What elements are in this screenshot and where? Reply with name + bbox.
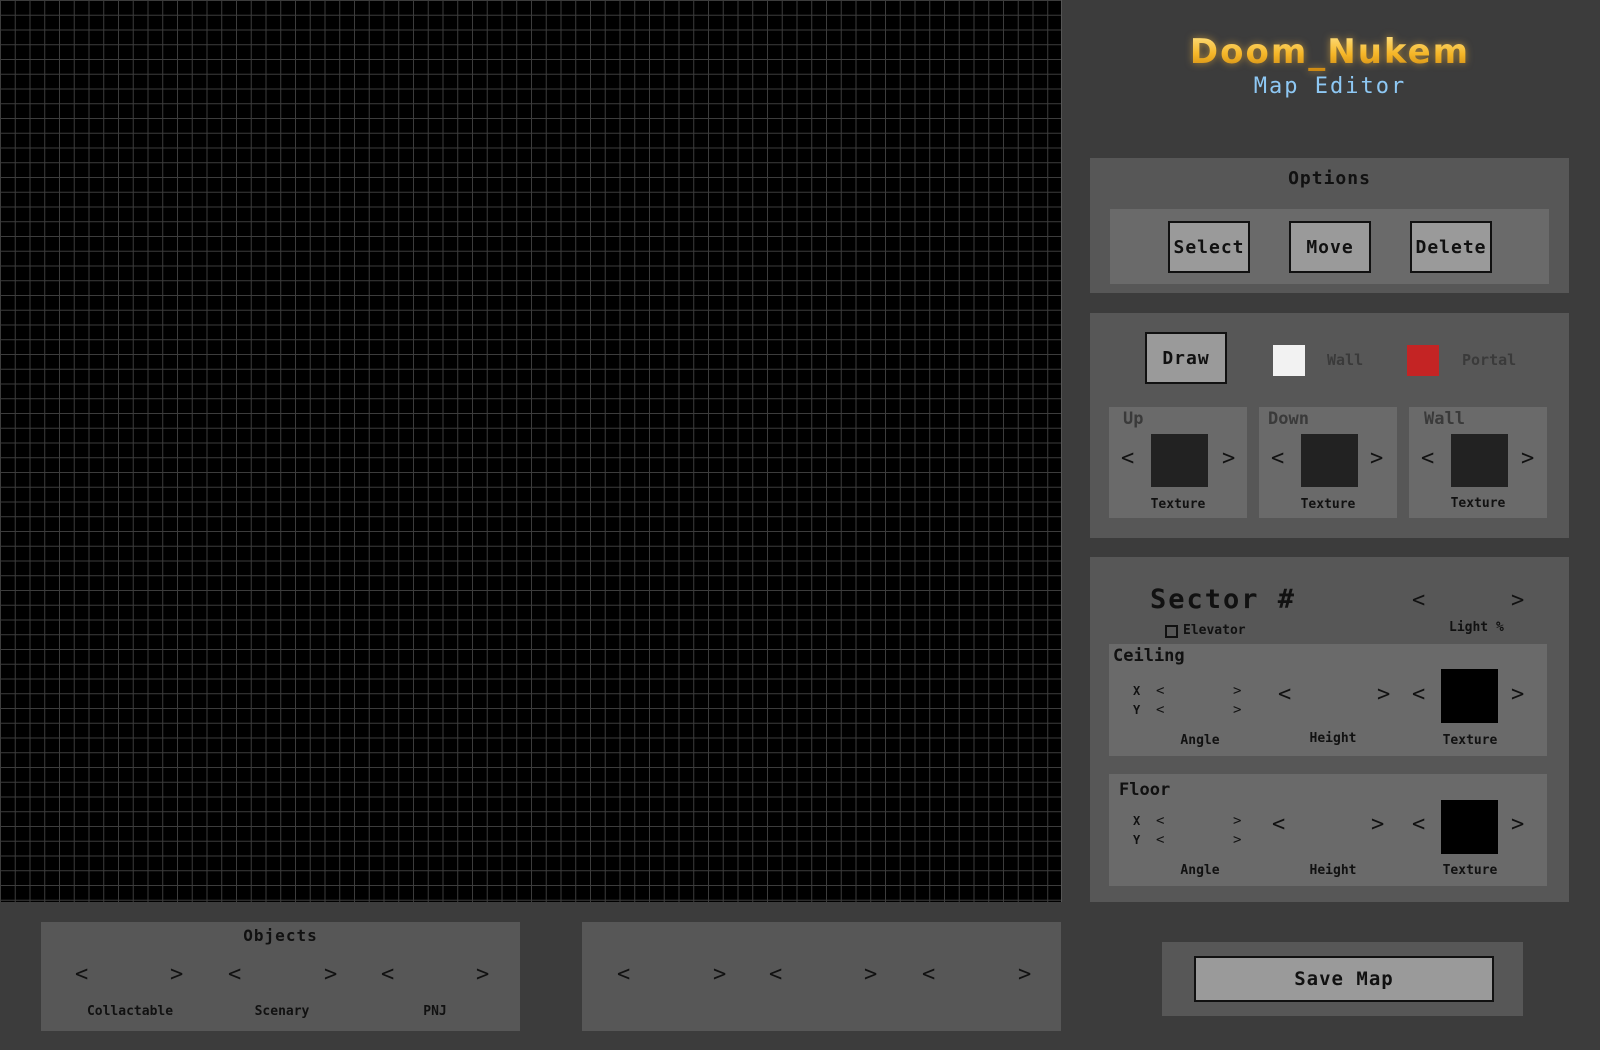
up-texture-preview xyxy=(1151,434,1208,487)
ceiling-texture-prev-button[interactable]: < xyxy=(1412,684,1425,706)
property-1-prev-button[interactable]: < xyxy=(617,964,630,986)
portal-color-swatch[interactable] xyxy=(1407,345,1439,376)
property-2-prev-button[interactable]: < xyxy=(769,964,782,986)
floor-height-prev-button[interactable]: < xyxy=(1272,814,1285,836)
light-label: Light xyxy=(1449,620,1489,635)
light-prev-button[interactable]: < xyxy=(1412,590,1425,612)
select-button[interactable]: Select xyxy=(1168,221,1250,273)
down-texture-label: Texture xyxy=(1300,497,1356,512)
ceiling-x-next-button[interactable]: > xyxy=(1233,684,1241,698)
floor-x-label: X xyxy=(1133,814,1141,828)
draw-button[interactable]: Draw xyxy=(1145,332,1227,384)
property-3-prev-button[interactable]: < xyxy=(922,964,935,986)
floor-texture-prev-button[interactable]: < xyxy=(1412,814,1425,836)
scenary-prev-button[interactable]: < xyxy=(228,964,241,986)
ceiling-title: Ceiling xyxy=(1113,646,1185,666)
elevator-checkbox[interactable] xyxy=(1165,625,1178,638)
elevator-label: Elevator xyxy=(1183,623,1246,638)
wall-texture-prev-button[interactable]: < xyxy=(1421,448,1434,470)
floor-height-label: Height xyxy=(1309,863,1357,878)
portal-type-label: Portal xyxy=(1462,351,1517,369)
scenary-next-button[interactable]: > xyxy=(324,964,337,986)
pnj-prev-button[interactable]: < xyxy=(381,964,394,986)
sector-title: Sector # xyxy=(1150,584,1297,615)
floor-texture-preview xyxy=(1441,800,1498,854)
map-grid-canvas[interactable] xyxy=(0,0,1062,902)
ceiling-angle-label: Angle xyxy=(1180,733,1220,748)
wall-type-label: Wall xyxy=(1327,351,1364,369)
ceiling-y-prev-button[interactable]: < xyxy=(1156,703,1164,717)
floor-x-prev-button[interactable]: < xyxy=(1156,814,1164,828)
wall-texture-preview xyxy=(1451,434,1508,487)
objects-header: Objects xyxy=(243,926,318,945)
pnj-next-button[interactable]: > xyxy=(476,964,489,986)
collactable-prev-button[interactable]: < xyxy=(75,964,88,986)
ceiling-texture-next-button[interactable]: > xyxy=(1511,684,1524,706)
ceiling-texture-label: Texture xyxy=(1442,733,1498,748)
floor-height-next-button[interactable]: > xyxy=(1371,814,1384,836)
ceiling-y-next-button[interactable]: > xyxy=(1233,703,1241,717)
down-texture-preview xyxy=(1301,434,1358,487)
floor-y-next-button[interactable]: > xyxy=(1233,833,1241,847)
app-subtitle: Map Editor xyxy=(1253,74,1407,99)
wall-color-swatch[interactable] xyxy=(1273,345,1305,376)
save-map-button[interactable]: Save Map xyxy=(1194,956,1494,1002)
up-texture-next-button[interactable]: > xyxy=(1222,448,1235,470)
property-1-next-button[interactable]: > xyxy=(713,964,726,986)
app-title: Doom_Nukem xyxy=(1180,32,1480,72)
options-header: Options xyxy=(1288,168,1371,189)
ceiling-height-prev-button[interactable]: < xyxy=(1278,684,1291,706)
floor-texture-label: Texture xyxy=(1442,863,1498,878)
object-properties-panel xyxy=(582,922,1061,1031)
floor-title: Floor xyxy=(1119,780,1171,800)
ceiling-texture-preview xyxy=(1441,669,1498,723)
floor-x-next-button[interactable]: > xyxy=(1233,814,1241,828)
light-next-button[interactable]: > xyxy=(1511,590,1524,612)
ceiling-x-prev-button[interactable]: < xyxy=(1156,684,1164,698)
floor-y-prev-button[interactable]: < xyxy=(1156,833,1164,847)
pnj-label: PNJ xyxy=(423,1004,447,1019)
up-texture-title: Up xyxy=(1123,409,1144,429)
down-texture-prev-button[interactable]: < xyxy=(1271,448,1284,470)
collactable-label: Collactable xyxy=(86,1004,174,1019)
up-texture-prev-button[interactable]: < xyxy=(1121,448,1134,470)
floor-y-label: Y xyxy=(1133,833,1141,847)
scenary-label: Scenary xyxy=(254,1004,310,1019)
ceiling-y-label: Y xyxy=(1133,703,1141,717)
down-texture-next-button[interactable]: > xyxy=(1370,448,1383,470)
ceiling-height-label: Height xyxy=(1309,731,1357,746)
collactable-next-button[interactable]: > xyxy=(170,964,183,986)
wall-texture-title: Wall xyxy=(1424,409,1465,429)
up-texture-label: Texture xyxy=(1150,497,1206,512)
wall-texture-next-button[interactable]: > xyxy=(1521,448,1534,470)
down-texture-title: Down xyxy=(1268,409,1309,429)
floor-texture-next-button[interactable]: > xyxy=(1511,814,1524,836)
wall-texture-label: Texture xyxy=(1450,496,1506,511)
ceiling-x-label: X xyxy=(1133,684,1141,698)
floor-angle-label: Angle xyxy=(1180,863,1220,878)
move-button[interactable]: Move xyxy=(1289,221,1371,273)
property-3-next-button[interactable]: > xyxy=(1018,964,1031,986)
ceiling-height-next-button[interactable]: > xyxy=(1377,684,1390,706)
property-2-next-button[interactable]: > xyxy=(864,964,877,986)
delete-button[interactable]: Delete xyxy=(1410,221,1492,273)
light-unit-label: % xyxy=(1496,620,1504,635)
